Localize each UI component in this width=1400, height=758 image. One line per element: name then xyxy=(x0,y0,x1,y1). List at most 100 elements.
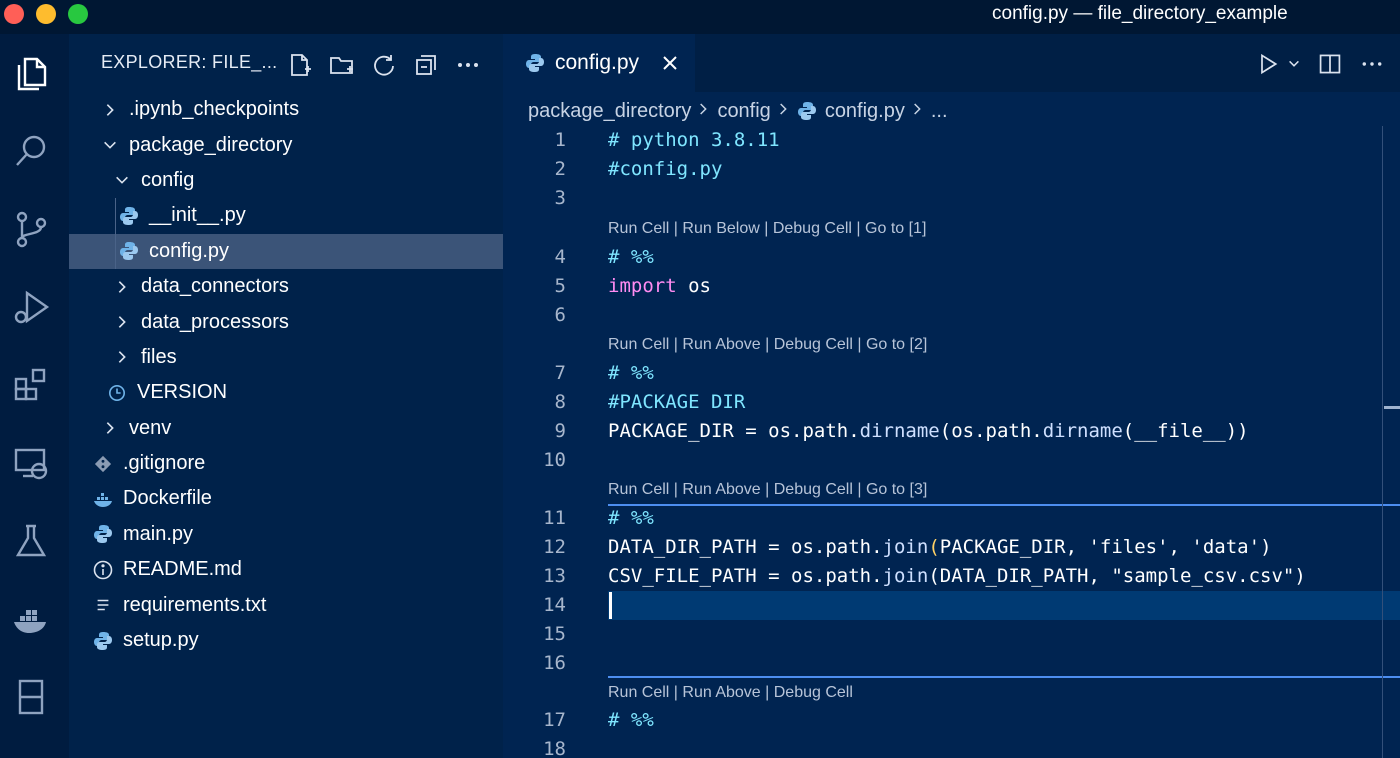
files-icon[interactable] xyxy=(8,50,54,96)
new-file-icon[interactable] xyxy=(284,50,316,80)
function-name: join xyxy=(882,565,929,587)
tab-label: config.py xyxy=(555,51,640,74)
tree-item-label: requirements.txt xyxy=(123,593,267,616)
docker-icon[interactable] xyxy=(8,596,54,642)
split-editor-icon[interactable] xyxy=(1316,50,1344,78)
function-name: dirname xyxy=(1042,420,1123,442)
git-icon xyxy=(93,454,113,474)
tree-item-label: data_connectors xyxy=(141,275,289,298)
code-editor[interactable]: 1 # python 3.8.11 2 #config.py 3 Run Cel… xyxy=(503,126,1400,758)
breadcrumb-item[interactable]: package_directory xyxy=(528,100,691,123)
tree-item-label: setup.py xyxy=(123,629,199,652)
breadcrumb-item[interactable]: config.py xyxy=(825,100,905,123)
remote-explorer-icon[interactable] xyxy=(8,440,54,486)
tree-item-data-connectors[interactable]: data_connectors xyxy=(69,269,503,304)
docker-file-icon xyxy=(93,489,113,509)
more-actions-icon[interactable] xyxy=(452,50,484,80)
activity-bar xyxy=(0,34,69,758)
function-name: dirname xyxy=(859,420,940,442)
tree-item-label: data_processors xyxy=(141,310,289,333)
tree-item-data-processors[interactable]: data_processors xyxy=(69,304,503,339)
tree-item-dockerfile[interactable]: Dockerfile xyxy=(69,481,503,516)
bracket: ) xyxy=(1260,536,1272,558)
close-icon[interactable] xyxy=(659,52,681,74)
python-file-icon xyxy=(526,54,544,72)
more-actions-icon[interactable] xyxy=(1358,50,1386,78)
close-window-button[interactable] xyxy=(4,4,24,24)
python-file-icon xyxy=(93,524,113,544)
cell-codelens[interactable]: Run Cell | Run Above | Debug Cell | Go t… xyxy=(608,481,927,499)
code-line: 15 xyxy=(503,620,1400,649)
breadcrumb-item[interactable]: ... xyxy=(931,100,948,123)
tree-item-gitignore[interactable]: .gitignore xyxy=(69,446,503,481)
tree-item-main-py[interactable]: main.py xyxy=(69,517,503,552)
code-token: PACKAGE_DIR, 'files', 'data' xyxy=(939,536,1261,558)
code-token: DATA_DIR_PATH = os.path. xyxy=(608,536,883,558)
tree-item-files[interactable]: files xyxy=(69,340,503,375)
refresh-icon[interactable] xyxy=(368,50,400,80)
tree-item-package-directory[interactable]: package_directory xyxy=(69,127,503,162)
code-token: PACKAGE_DIR = os.path. xyxy=(608,420,860,442)
minimize-window-button[interactable] xyxy=(36,4,56,24)
code-line: 3 xyxy=(503,184,1400,213)
function-name: join xyxy=(882,536,929,558)
chevron-right-icon xyxy=(779,100,789,123)
python-file-icon xyxy=(797,102,816,120)
scrollbar-thumb[interactable] xyxy=(1384,406,1400,409)
keyword: import xyxy=(608,275,677,297)
chevron-down-icon[interactable] xyxy=(1286,50,1302,78)
tree-item-version[interactable]: VERSION xyxy=(69,375,503,410)
tree-item-requirements[interactable]: requirements.txt xyxy=(69,587,503,622)
scrollbar-track[interactable] xyxy=(1382,126,1383,758)
breadcrumb-item[interactable]: config xyxy=(717,100,770,123)
collapse-all-icon[interactable] xyxy=(410,50,442,80)
code-token: os xyxy=(676,275,711,297)
editor-tabs: config.py xyxy=(503,34,1400,92)
line-number: 1 xyxy=(554,129,566,151)
python-file-icon xyxy=(119,241,139,261)
line-number: 5 xyxy=(554,275,566,297)
code-text: import os xyxy=(608,275,711,297)
maximize-window-button[interactable] xyxy=(68,4,88,24)
window-title: config.py — file_directory_example xyxy=(992,3,1288,24)
tree-item-config-py[interactable]: config.py xyxy=(69,233,503,269)
tree-item-venv[interactable]: venv xyxy=(69,411,503,446)
notebook-icon[interactable] xyxy=(8,674,54,720)
tree-item-setup-py[interactable]: setup.py xyxy=(69,623,503,658)
cell-codelens[interactable]: Run Cell | Run Above | Debug Cell xyxy=(608,684,853,702)
testing-icon[interactable] xyxy=(8,518,54,564)
info-icon xyxy=(93,560,113,580)
line-number: 16 xyxy=(543,652,566,674)
cell-codelens[interactable]: Run Cell | Run Below | Debug Cell | Go t… xyxy=(608,220,926,238)
run-button[interactable] xyxy=(1254,50,1282,78)
run-debug-icon[interactable] xyxy=(8,284,54,330)
code-line: 7 # %% xyxy=(503,359,1400,388)
tree-item-label: VERSION xyxy=(137,381,228,404)
cell-codelens[interactable]: Run Cell | Run Above | Debug Cell | Go t… xyxy=(608,336,927,354)
line-number: 18 xyxy=(543,738,566,758)
extensions-icon[interactable] xyxy=(8,362,54,408)
new-folder-icon[interactable] xyxy=(326,50,358,80)
explorer-sidebar: EXPLORER: FILE_... .ipynb_checkpoints pa… xyxy=(69,34,503,758)
chevron-down-icon xyxy=(113,171,131,189)
line-number: 11 xyxy=(543,507,566,529)
tree-item-init-py[interactable]: __init__.py xyxy=(69,198,503,234)
line-number: 2 xyxy=(554,158,566,180)
code-line: 18 xyxy=(503,735,1400,758)
breadcrumb: package_directory config config.py ... xyxy=(528,96,948,126)
search-icon[interactable] xyxy=(8,128,54,174)
line-number: 12 xyxy=(543,536,566,558)
text-cursor xyxy=(609,592,612,619)
tree-item-readme[interactable]: README.md xyxy=(69,552,503,587)
tab-config-py[interactable]: config.py xyxy=(503,34,695,92)
source-control-icon[interactable] xyxy=(8,206,54,252)
line-number: 8 xyxy=(554,391,566,413)
tree-item-config-folder[interactable]: config xyxy=(69,163,503,198)
chevron-right-icon xyxy=(101,101,119,119)
tree-item-label: files xyxy=(141,345,177,368)
chevron-right-icon xyxy=(113,278,131,296)
tree-item-ipynb-checkpoints[interactable]: .ipynb_checkpoints xyxy=(69,92,503,127)
line-number: 17 xyxy=(543,709,566,731)
tree-item-label: venv xyxy=(129,416,172,439)
line-number: 14 xyxy=(543,594,566,616)
